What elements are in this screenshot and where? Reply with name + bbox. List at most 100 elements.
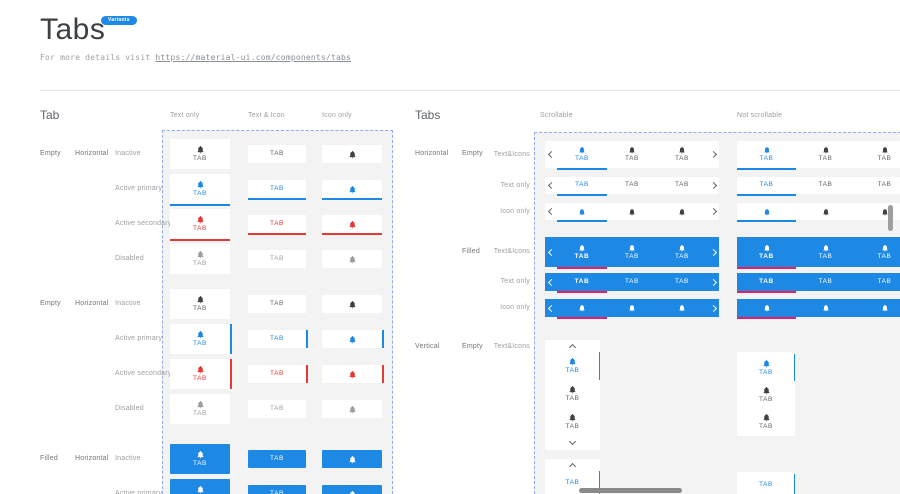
- tab[interactable]: TAB: [657, 177, 707, 194]
- scroll-right-button[interactable]: [707, 237, 719, 267]
- tab-label: TAB: [759, 397, 773, 404]
- tab[interactable]: TAB: [557, 141, 607, 168]
- tab[interactable]: [855, 299, 900, 317]
- vertical-tabs-card[interactable]: TABTABTAB: [545, 340, 600, 450]
- tabs-bar-scrollable[interactable]: TAB TAB TAB: [545, 141, 719, 168]
- tab[interactable]: [855, 203, 900, 220]
- tab-label: TAB: [625, 156, 639, 163]
- tab[interactable]: TAB: [796, 237, 855, 267]
- chevron-down-icon: [569, 437, 576, 444]
- tab[interactable]: TAB: [607, 237, 657, 267]
- tab[interactable]: TAB: [657, 273, 707, 291]
- tab[interactable]: TAB: [607, 177, 657, 194]
- scroll-down-button[interactable]: [545, 436, 600, 446]
- tab[interactable]: TAB: [737, 237, 796, 267]
- tab[interactable]: [557, 203, 607, 220]
- tab[interactable]: TAB: [796, 141, 855, 168]
- bell-icon: [628, 244, 636, 252]
- tab[interactable]: TAB: [557, 273, 607, 291]
- active-indicator: [557, 194, 607, 196]
- active-indicator: [557, 220, 607, 222]
- active-indicator: [737, 267, 796, 269]
- bell-icon: [678, 146, 686, 154]
- active-indicator: [737, 220, 796, 222]
- chevron-right-icon: [709, 248, 716, 255]
- scroll-left-button[interactable]: [545, 273, 557, 291]
- scroll-up-button[interactable]: [545, 342, 600, 352]
- row-label: Icon only: [440, 208, 530, 215]
- row-label: Text&Icons: [440, 248, 530, 255]
- tabs-bar-not-scrollable[interactable]: TABTABTAB: [737, 237, 900, 267]
- tab[interactable]: TAB: [796, 177, 855, 194]
- tab[interactable]: TAB: [855, 273, 900, 291]
- tab[interactable]: [657, 299, 707, 317]
- scroll-left-button[interactable]: [545, 299, 557, 317]
- tab[interactable]: TAB: [737, 273, 796, 291]
- tab[interactable]: [607, 203, 657, 220]
- vertical-tabs-card[interactable]: TAB: [737, 472, 795, 494]
- scroll-right-button[interactable]: [707, 177, 719, 194]
- tabs-bar-scrollable[interactable]: [545, 203, 719, 220]
- scroll-left-button[interactable]: [545, 141, 557, 168]
- tab[interactable]: TAB: [855, 237, 900, 267]
- tabs-bar-scrollable[interactable]: TABTABTAB: [545, 177, 719, 194]
- tabs-bar-scrollable[interactable]: TABTABTAB: [545, 273, 719, 291]
- tabs-bar-scrollable[interactable]: TABTABTAB: [545, 237, 719, 267]
- tab[interactable]: [737, 299, 796, 317]
- tab[interactable]: [557, 299, 607, 317]
- tab[interactable]: TAB: [737, 408, 795, 435]
- tab[interactable]: TAB: [545, 380, 600, 408]
- tab[interactable]: TAB: [855, 177, 900, 194]
- tabs-bar-not-scrollable[interactable]: TABTABTAB: [737, 141, 900, 168]
- tab[interactable]: TAB: [545, 408, 600, 436]
- scroll-up-button[interactable]: [545, 461, 600, 471]
- scroll-left-button[interactable]: [545, 177, 557, 194]
- bell-icon: [568, 385, 577, 394]
- tab[interactable]: [657, 203, 707, 220]
- tab-label: TAB: [759, 424, 773, 431]
- tab[interactable]: [796, 299, 855, 317]
- vertical-scrollbar-thumb[interactable]: [888, 205, 893, 231]
- tab[interactable]: [737, 203, 796, 220]
- bell-icon: [822, 208, 830, 216]
- tab[interactable]: TAB: [607, 141, 657, 168]
- tab[interactable]: TAB: [737, 381, 795, 408]
- tabs-bar-not-scrollable[interactable]: TABTABTAB: [737, 273, 900, 291]
- tab[interactable]: TAB: [557, 237, 607, 267]
- tab[interactable]: TAB: [607, 273, 657, 291]
- scroll-right-button[interactable]: [707, 299, 719, 317]
- bell-icon: [678, 208, 686, 216]
- tab[interactable]: [796, 203, 855, 220]
- tab[interactable]: TAB: [657, 237, 707, 267]
- vertical-tabs-card[interactable]: TAB TAB TAB: [737, 352, 795, 436]
- tab[interactable]: TAB: [796, 273, 855, 291]
- tab[interactable]: TAB: [737, 177, 796, 194]
- active-indicator: [557, 267, 607, 269]
- chevron-up-icon: [569, 462, 576, 469]
- tab[interactable]: TAB: [737, 354, 795, 381]
- scroll-left-button[interactable]: [545, 203, 557, 220]
- tab-label: TAB: [675, 254, 689, 261]
- tab[interactable]: TAB: [657, 141, 707, 168]
- scroll-right-button[interactable]: [707, 203, 719, 220]
- tab[interactable]: TAB: [737, 474, 795, 494]
- scroll-left-button[interactable]: [545, 237, 557, 267]
- bell-icon: [822, 244, 830, 252]
- bell-icon: [578, 304, 586, 312]
- tabs-bar-not-scrollable[interactable]: [737, 203, 900, 220]
- tab[interactable]: TAB: [855, 141, 900, 168]
- tabs-bar-not-scrollable[interactable]: [737, 299, 900, 317]
- tab[interactable]: [607, 299, 657, 317]
- tab[interactable]: TAB: [545, 352, 600, 380]
- tabs-bar-scrollable[interactable]: [545, 299, 719, 317]
- scroll-right-button[interactable]: [707, 141, 719, 168]
- chevron-left-icon: [547, 208, 554, 215]
- scroll-right-button[interactable]: [707, 273, 719, 291]
- tab[interactable]: TAB: [737, 141, 796, 168]
- tabs-bar-not-scrollable[interactable]: TABTABTAB: [737, 177, 900, 194]
- horizontal-scrollbar-thumb[interactable]: [579, 488, 682, 493]
- tab[interactable]: TAB: [557, 177, 607, 194]
- bell-icon: [762, 359, 771, 368]
- tab-label: TAB: [878, 254, 892, 261]
- bell-icon: [822, 304, 830, 312]
